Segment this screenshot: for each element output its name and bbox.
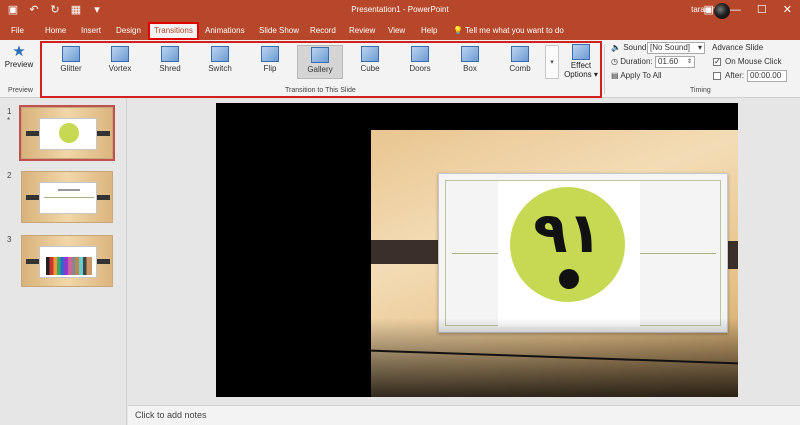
on-mouse-click-checkbox[interactable]: ✓ (713, 58, 721, 66)
preview-button[interactable]: ★ Preview (4, 43, 34, 70)
tab-record[interactable]: Record (310, 22, 336, 40)
notes-placeholder[interactable]: Click to add notes (128, 405, 800, 425)
lightbulb-icon: 💡 (453, 26, 466, 35)
panel-rule-left (452, 253, 498, 254)
thumb-card (39, 182, 97, 214)
tab-transitions[interactable]: Transitions (148, 22, 199, 40)
tab-file[interactable]: File (11, 22, 24, 40)
ribbon-display-icon[interactable]: ▣ (704, 3, 714, 17)
window-title: Presentation1 - PowerPoint (351, 5, 449, 14)
group-divider (604, 44, 605, 94)
transition-switch[interactable]: Switch (197, 45, 243, 79)
apply-all-icon: ▤ (611, 71, 619, 80)
transition-flip[interactable]: Flip (247, 45, 293, 79)
transition-doors[interactable]: Doors (397, 45, 443, 79)
after-time-input[interactable]: 00:00.00 (747, 70, 787, 82)
comb-icon (511, 46, 529, 62)
effect-options-icon (572, 44, 590, 60)
thumb-band (97, 131, 110, 136)
vortex-icon (111, 46, 129, 62)
slide-left-band (371, 240, 446, 264)
slide-thumbnail-2[interactable] (21, 171, 113, 223)
transition-group-label: Transition to This Slide (285, 87, 356, 94)
glitter-icon (62, 46, 80, 62)
transition-gallery[interactable]: Gallery (297, 45, 343, 79)
after-label: After: (725, 71, 745, 80)
shred-icon (161, 46, 179, 62)
thumb-color-strips (46, 257, 92, 275)
tab-design[interactable]: Design (116, 22, 141, 40)
title-bar: ▣ ↶ ↻ ▦ ▾ Presentation1 - PowerPoint tar… (0, 0, 800, 22)
thumb-band (97, 259, 110, 264)
sound-dropdown[interactable]: [No Sound] ▾ (647, 42, 705, 54)
transition-shred[interactable]: Shred (147, 45, 193, 79)
slide-editing-area: ۹۱ (128, 98, 800, 405)
minimize-icon[interactable]: — (730, 3, 741, 17)
advance-slide-label: Advance Slide (712, 43, 764, 52)
duration-input[interactable]: 01.60 ⇕ (655, 56, 695, 68)
maximize-icon[interactable]: ☐ (757, 3, 767, 17)
star-icon: ★ (12, 43, 26, 60)
thumb-band (26, 195, 39, 200)
slide-thumbnail-pane: 1 * 2 3 (0, 98, 127, 425)
thumb-logo (59, 123, 79, 143)
transition-vortex[interactable]: Vortex (97, 45, 143, 79)
clock-icon: ◷ (611, 57, 618, 66)
cube-icon (361, 46, 379, 62)
slide-number: 3 (7, 235, 12, 244)
ribbon-tabs: File Home Insert Design Transitions Anim… (0, 22, 800, 40)
effect-options-button[interactable]: Effect Options ▾ (563, 42, 599, 79)
slide-number: 1 (7, 107, 12, 116)
duration-label: ◷ Duration: (611, 57, 653, 66)
thumb-band (26, 131, 39, 136)
globe-icon (559, 269, 579, 289)
tab-home[interactable]: Home (45, 22, 66, 40)
switch-icon (211, 46, 229, 62)
apply-to-all-button[interactable]: ▤ Apply To All (611, 71, 662, 80)
gallery-icon (311, 47, 329, 63)
thumb-rule (44, 197, 94, 198)
chevron-down-icon: ▾ (697, 43, 702, 52)
ribbon: ★ Preview Preview Glitter Vortex Shred S… (0, 40, 800, 98)
transition-comb[interactable]: Comb (497, 45, 543, 79)
slide-canvas[interactable]: ۹۱ (216, 103, 738, 397)
spinner-icon: ⇕ (686, 59, 692, 65)
slide-thumbnail-1[interactable] (19, 105, 115, 161)
flip-icon (261, 46, 279, 62)
thumb-card (39, 118, 97, 150)
on-mouse-click-label: On Mouse Click (725, 57, 782, 66)
preview-group-label: Preview (8, 87, 33, 94)
speaker-icon: 🔈 (611, 43, 621, 52)
window-controls: ▣ — ☐ ✕ (704, 3, 793, 17)
thumb-band (97, 195, 110, 200)
thumb-band (26, 259, 39, 264)
thumb-title-line (58, 189, 80, 191)
box-icon (461, 46, 479, 62)
chevron-down-icon: ▾ (593, 70, 598, 79)
transition-box[interactable]: Box (447, 45, 493, 79)
sound-label: 🔈 Sound: (611, 43, 649, 52)
gallery-more-button[interactable]: ▾ (545, 45, 559, 79)
slide-transition-marker: * (7, 116, 11, 125)
doors-icon (411, 46, 429, 62)
panel-rule-right (640, 253, 716, 254)
tab-slide-show[interactable]: Slide Show (259, 22, 299, 40)
after-checkbox[interactable] (713, 72, 721, 80)
chevron-down-icon: ▾ (550, 59, 554, 66)
slide-thumbnail-3[interactable] (21, 235, 113, 287)
tab-help[interactable]: Help (421, 22, 437, 40)
close-icon[interactable]: ✕ (783, 3, 792, 17)
transition-glitter[interactable]: Glitter (48, 45, 94, 79)
tab-review[interactable]: Review (349, 22, 375, 40)
slide-number: 2 (7, 171, 12, 180)
tell-me-search[interactable]: 💡 Tell me what you want to do (453, 22, 564, 40)
tab-view[interactable]: View (388, 22, 405, 40)
timing-group-label: Timing (690, 87, 711, 94)
tab-animations[interactable]: Animations (205, 22, 245, 40)
tab-insert[interactable]: Insert (81, 22, 101, 40)
logo-text: ۹۱ (533, 201, 602, 266)
transition-cube[interactable]: Cube (347, 45, 393, 79)
thumb-card (39, 246, 97, 278)
